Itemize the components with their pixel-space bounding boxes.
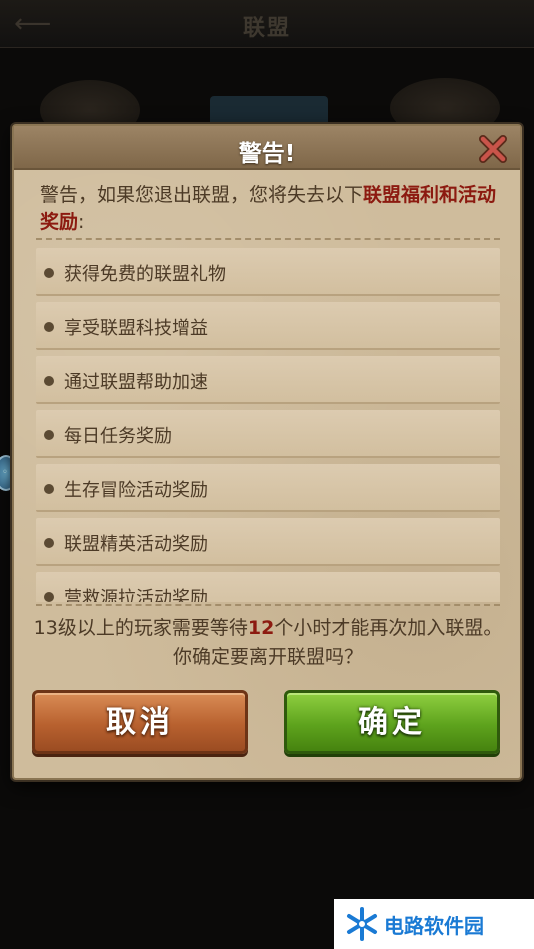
close-button[interactable] — [478, 134, 508, 164]
confirm-button[interactable]: 确定 — [284, 690, 500, 754]
rejoin-notice: 13级以上的玩家需要等待12个小时才能再次加入联盟。你确定要离开联盟吗？ — [33, 617, 503, 668]
list-item: 获得免费的联盟礼物 — [36, 248, 500, 296]
bullet-icon — [44, 322, 54, 332]
dialog-title: 警告! — [238, 141, 296, 167]
close-icon — [479, 135, 507, 163]
list-item: 联盟精英活动奖励 — [36, 518, 500, 566]
watermark-text: 电路软件园 — [384, 914, 484, 938]
divider — [36, 604, 500, 606]
list-item: 通过联盟帮助加速 — [36, 356, 500, 404]
bullet-icon — [44, 268, 54, 278]
leave-alliance-dialog: 警告! 警告，如果您退出联盟，您将失去以下联盟福利和活动奖励: 获得免费的联盟礼… — [12, 124, 522, 780]
bullet-icon — [44, 538, 54, 548]
background-title: 联盟 — [242, 16, 291, 41]
benefits-list[interactable]: 获得免费的联盟礼物 享受联盟科技增益 通过联盟帮助加速 每日任务奖励 生存冒险活… — [36, 248, 500, 602]
list-item: 生存冒险活动奖励 — [36, 464, 500, 512]
background-top-bar: ⟵ 联盟 — [0, 0, 534, 48]
site-watermark: 电路软件园 — [334, 899, 534, 949]
warning-intro: 警告，如果您退出联盟，您将失去以下联盟福利和活动奖励: — [40, 184, 497, 233]
bullet-icon — [44, 376, 54, 386]
bullet-icon — [44, 430, 54, 440]
snowflake-logo-icon — [347, 907, 377, 941]
cancel-button[interactable]: 取消 — [32, 690, 248, 754]
list-item: 营救源拉活动奖励 — [36, 572, 500, 602]
bullet-icon — [44, 484, 54, 494]
bullet-icon — [44, 592, 54, 602]
dialog-header: 警告! — [14, 126, 520, 170]
divider — [36, 238, 500, 240]
list-item: 享受联盟科技增益 — [36, 302, 500, 350]
list-item: 每日任务奖励 — [36, 410, 500, 458]
background-banner — [210, 96, 328, 126]
wait-hours: 12 — [247, 617, 275, 639]
